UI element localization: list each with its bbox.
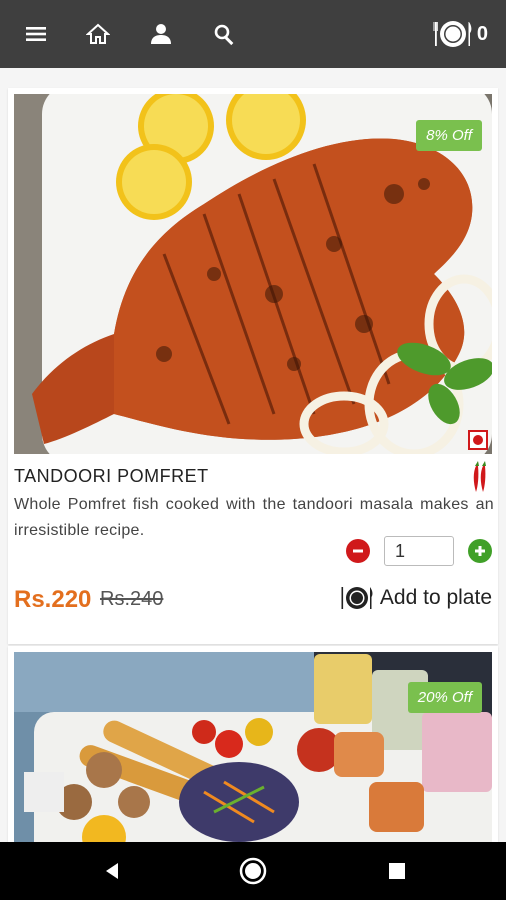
home-icon[interactable] bbox=[82, 18, 114, 50]
plate-cart[interactable]: 0 bbox=[433, 18, 488, 50]
user-icon[interactable] bbox=[145, 18, 177, 50]
item-price: Rs.220 bbox=[14, 586, 92, 613]
back-icon[interactable] bbox=[98, 857, 126, 885]
add-to-plate-label: Add to plate bbox=[379, 586, 492, 609]
discount-badge: 8% Off bbox=[416, 120, 482, 151]
plate-count: 0 bbox=[476, 22, 488, 45]
chili-icon bbox=[473, 461, 486, 492]
quantity-input[interactable] bbox=[384, 536, 454, 566]
menu-item-card: 8% Off TANDOORI POMFRET Whole Pomfret fi… bbox=[8, 88, 498, 644]
food-image[interactable]: 20% Off bbox=[14, 652, 492, 842]
decrease-quantity-button[interactable] bbox=[346, 539, 370, 563]
discount-badge: 20% Off bbox=[407, 682, 482, 713]
increase-quantity-button[interactable] bbox=[468, 539, 492, 563]
recents-icon[interactable] bbox=[383, 857, 411, 885]
item-old-price: Rs.240 bbox=[100, 588, 164, 610]
menu-item-card: 20% Off bbox=[8, 646, 498, 842]
non-veg-icon bbox=[468, 430, 488, 450]
home-nav-icon[interactable] bbox=[239, 857, 267, 885]
search-icon[interactable] bbox=[208, 18, 240, 50]
plate-icon bbox=[341, 587, 373, 609]
top-app-bar: 0 bbox=[0, 0, 506, 68]
quantity-stepper bbox=[346, 536, 492, 566]
plate-icon bbox=[433, 21, 472, 47]
item-title: TANDOORI POMFRET bbox=[14, 466, 209, 486]
system-nav-bar bbox=[0, 842, 506, 900]
menu-list[interactable]: 8% Off TANDOORI POMFRET Whole Pomfret fi… bbox=[0, 68, 506, 842]
menu-icon[interactable] bbox=[20, 18, 52, 50]
add-to-plate-button[interactable]: Add to plate bbox=[340, 584, 492, 612]
food-image[interactable]: 8% Off bbox=[14, 94, 492, 454]
